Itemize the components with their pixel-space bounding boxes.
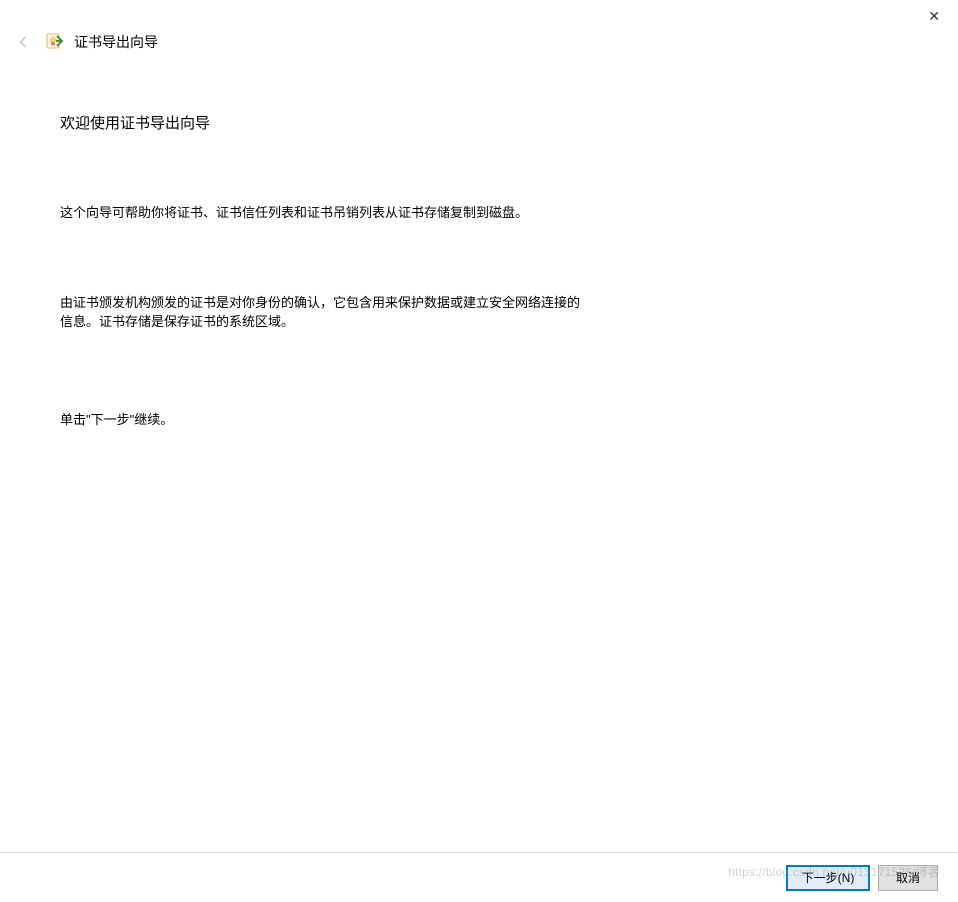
cancel-button[interactable]: 取消 <box>878 865 938 891</box>
wizard-footer: 下一步(N) 取消 <box>0 852 958 902</box>
window-controls: ✕ <box>910 0 958 34</box>
description-paragraph-1: 这个向导可帮助你将证书、证书信任列表和证书吊销列表从证书存储复制到磁盘。 <box>60 203 898 223</box>
description-paragraph-2: 由证书颁发机构颁发的证书是对你身份的确认，它包含用来保护数据或建立安全网络连接的… <box>60 293 590 332</box>
wizard-title: 证书导出向导 <box>74 32 158 52</box>
next-button[interactable]: 下一步(N) <box>786 865 870 891</box>
certificate-icon <box>46 33 64 51</box>
wizard-header: 证书导出向导 <box>0 0 958 52</box>
close-icon[interactable]: ✕ <box>928 8 940 24</box>
wizard-content: 欢迎使用证书导出向导 这个向导可帮助你将证书、证书信任列表和证书吊销列表从证书存… <box>0 52 958 429</box>
continue-instruction: 单击"下一步"继续。 <box>60 410 898 430</box>
welcome-heading: 欢迎使用证书导出向导 <box>60 112 898 133</box>
back-arrow-icon[interactable] <box>16 34 32 50</box>
